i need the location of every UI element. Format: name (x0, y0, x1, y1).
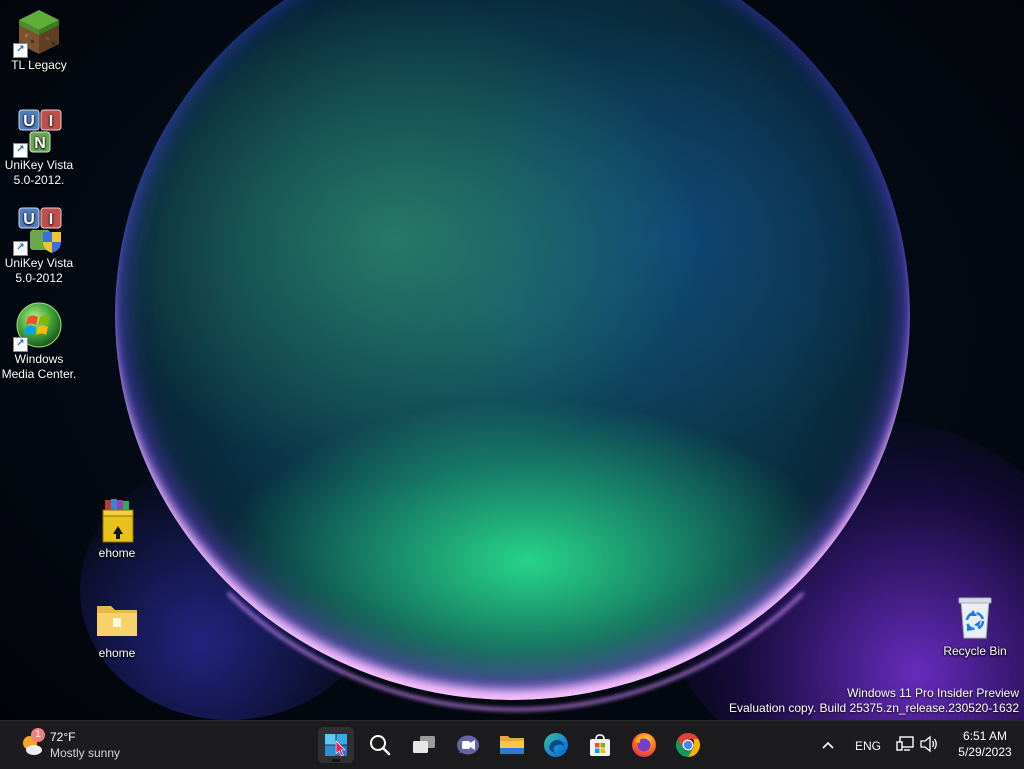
svg-text:U: U (23, 211, 35, 228)
start-button[interactable] (318, 727, 354, 763)
start-icon (325, 734, 347, 757)
desktop-icon-label: UniKey Vista 5.0-2012 (4, 256, 74, 285)
chrome-button[interactable] (670, 727, 706, 763)
clock[interactable]: 6:51 AM 5/29/2023 (948, 728, 1022, 760)
weather-notification-badge: 1 (31, 728, 45, 742)
taskbar: 1 72°F Mostly sunny ENG 6:51 AM 5/29/202… (0, 720, 1024, 769)
task-view-button[interactable] (406, 727, 442, 763)
clock-date: 5/29/2023 (958, 745, 1012, 759)
folder-icon (93, 596, 141, 644)
shortcut-arrow-icon: ↗ (13, 241, 28, 256)
chrome-icon (675, 733, 701, 757)
shortcut-arrow-icon: ↗ (13, 43, 28, 58)
desktop-icon-unikey-2[interactable]: U I ↗ UniKey Vista 5.0-2012 (0, 206, 78, 286)
chat-button[interactable] (450, 727, 486, 763)
desktop-icon-unikey-1[interactable]: U I N ↗ UniKey Vista 5.0-2012. (0, 108, 78, 188)
shortcut-arrow-icon: ↗ (13, 143, 28, 158)
weather-widget[interactable]: 1 72°F Mostly sunny (16, 727, 146, 763)
teams-chat-icon (457, 735, 479, 755)
desktop-icon-ehome-archive[interactable]: ehome (78, 496, 156, 561)
edge-icon (544, 733, 568, 757)
chevron-up-icon (822, 741, 834, 749)
svg-text:U: U (23, 113, 35, 130)
task-view-icon (413, 736, 435, 753)
winrar-archive-icon (93, 496, 141, 544)
desktop-icon-label: Recycle Bin (943, 644, 1007, 658)
search-button[interactable] (362, 727, 398, 763)
language-indicator[interactable]: ENG (855, 739, 881, 753)
file-explorer-button[interactable] (494, 727, 530, 763)
desktop-icon-label: ehome (98, 546, 136, 560)
firefox-button[interactable] (626, 727, 662, 763)
volume-icon[interactable] (919, 734, 939, 754)
watermark-line-2: Evaluation copy. Build 25375.zn_release.… (729, 701, 1019, 715)
svg-text:N: N (34, 135, 46, 152)
edge-button[interactable] (538, 727, 574, 763)
weather-condition: Mostly sunny (50, 746, 121, 760)
clock-time: 6:51 AM (962, 729, 1008, 743)
desktop-icon-tl-legacy[interactable]: ↗ TL Legacy (0, 8, 78, 73)
watermark-line-1: Windows 11 Pro Insider Preview (847, 686, 1019, 700)
recycle-bin-icon (951, 594, 999, 642)
desktop-icon-recycle-bin[interactable]: Recycle Bin (936, 594, 1014, 659)
minecraft-grass-block-icon: ↗ (13, 8, 63, 58)
desktop-icon-label: UniKey Vista 5.0-2012. (4, 158, 74, 187)
active-indicator (332, 759, 340, 762)
desktop-icon-windows-media-center[interactable]: ↗ Windows Media Center. (0, 302, 78, 382)
evaluation-watermark: Windows 11 Pro Insider Preview Evaluatio… (729, 686, 1019, 716)
store-button[interactable] (582, 727, 618, 763)
unikey-icon: U I N ↗ (13, 108, 63, 158)
firefox-icon (632, 733, 656, 757)
desktop-icon-label: TL Legacy (11, 58, 67, 72)
network-icon[interactable] (895, 734, 915, 754)
windows-media-center-icon: ↗ (13, 302, 63, 352)
folder-icon (500, 736, 524, 754)
shortcut-arrow-icon: ↗ (13, 337, 28, 352)
unikey-shield-icon: U I ↗ (13, 206, 63, 256)
search-icon (370, 735, 391, 756)
desktop-icon-ehome-folder[interactable]: ehome (78, 596, 156, 661)
show-hidden-icons-button[interactable] (816, 733, 840, 757)
desktop-icon-label: Windows Media Center. (1, 352, 77, 381)
microsoft-store-icon (590, 734, 610, 756)
desktop-icon-label: ehome (98, 646, 136, 660)
svg-text:I: I (49, 211, 53, 228)
weather-temp: 72°F (50, 730, 76, 744)
svg-text:I: I (49, 113, 53, 130)
